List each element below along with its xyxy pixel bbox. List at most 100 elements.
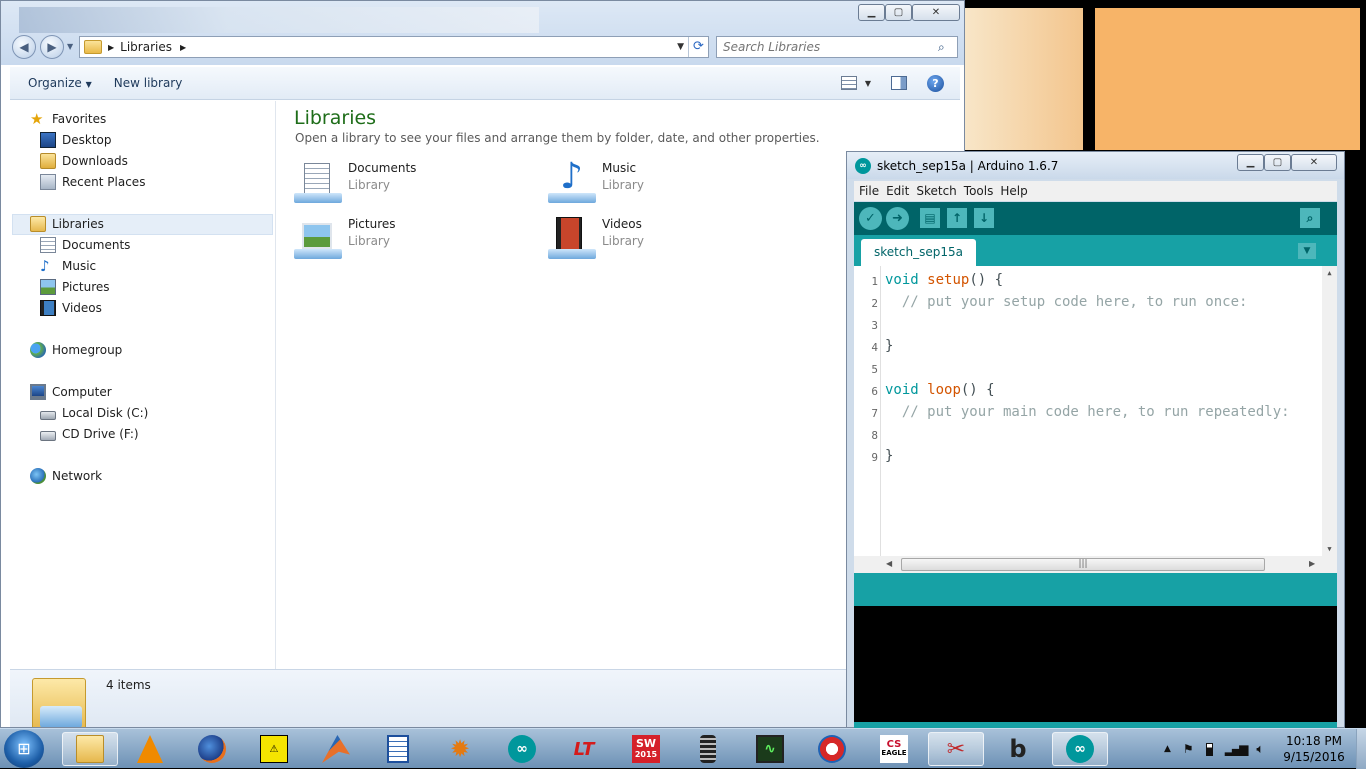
scroll-down-arrow-icon[interactable]: ▼ [1322,545,1337,553]
nav-recent-places[interactable]: Recent Places [40,172,145,192]
taskbar-hazard-app[interactable]: ⚠ [246,732,302,766]
scissors-icon: ✂ [946,736,966,762]
taskbar-b-app[interactable]: b [990,732,1046,766]
minimize-button[interactable]: ▁ [858,4,885,21]
nav-desktop[interactable]: Desktop [40,130,112,150]
address-bar[interactable]: ▶ Libraries ▶ ▼ ⟳ [79,36,709,58]
action-center-flag-icon[interactable]: ⚑ [1183,742,1194,756]
view-options-chevron-icon[interactable]: ▼ [865,79,871,88]
clock[interactable]: 10:18 PM 9/15/2016 [1278,733,1350,765]
library-documents[interactable]: Documents Library [294,161,416,207]
taskbar-snipping-tool[interactable]: ✂ [928,732,984,766]
search-icon[interactable]: ⌕ [938,40,945,55]
menu-tools[interactable]: Tools [964,184,994,198]
arduino-minimize-button[interactable]: ▁ [1237,154,1264,171]
volume-icon[interactable]: 🔈︎ [1256,742,1264,757]
scroll-up-arrow-icon[interactable]: ▲ [1322,269,1337,277]
taskbar-matlab[interactable] [308,732,364,766]
refresh-button[interactable]: ⟳ [688,37,708,57]
taskbar-eagle[interactable]: CS EAGLE [866,732,922,766]
menu-file[interactable]: File [859,184,879,198]
taskbar-writer[interactable] [370,732,426,766]
taskbar-solidworks[interactable]: SW 2015 [618,732,674,766]
libraries-icon [30,216,46,232]
hard-disk-icon [40,411,56,420]
background-thumbnail-strip [19,7,539,33]
verify-button[interactable]: ✓ [859,207,882,230]
nav-favorites[interactable]: ★ Favorites [30,109,106,129]
breadcrumb-chevron-icon[interactable]: ▶ [180,43,186,52]
search-input[interactable] [723,38,938,56]
taskbar-ltspice[interactable]: LT [556,732,612,766]
taskbar-arduino-active[interactable]: ∞ [1052,732,1108,766]
preview-pane-icon[interactable] [891,76,907,90]
breadcrumb-separator-icon: ▶ [108,42,115,52]
nav-music[interactable]: ♪ Music [40,256,96,276]
scroll-right-arrow-icon[interactable]: ▶ [1309,559,1315,568]
taskbar-vlc[interactable] [122,732,178,766]
library-pictures[interactable]: Pictures Library [294,217,396,263]
taskbar-burst-app[interactable]: ✹ [432,732,488,766]
tab-sketch-sep15a[interactable]: sketch_sep15a [861,239,976,266]
serial-monitor-button[interactable]: ⌕ [1300,208,1320,228]
library-name: Music [602,161,637,175]
open-sketch-button[interactable]: ↑ [947,208,967,228]
arduino-maximize-button[interactable]: ▢ [1264,154,1291,171]
comment-token: // put your setup code here, to run once… [901,294,1248,310]
tab-menu-button[interactable]: ▼ [1298,243,1316,259]
back-button[interactable]: ◀ [12,35,36,59]
arduino-close-button[interactable]: ✕ [1291,154,1337,171]
taskbar-firefox[interactable] [184,732,240,766]
coil-icon [700,735,716,763]
menu-edit[interactable]: Edit [886,184,909,198]
new-sketch-button[interactable]: ▤ [920,208,940,228]
horizontal-scroll-thumb[interactable]: ||| [901,558,1265,571]
nav-homegroup[interactable]: Homegroup [30,340,122,360]
change-view-icon[interactable] [840,76,857,90]
show-hidden-icons-icon[interactable]: ▲ [1164,744,1171,754]
library-name: Documents [348,161,417,175]
taskbar-coil-app[interactable] [680,732,736,766]
horizontal-scrollbar[interactable]: ◀ ||| ▶ [854,556,1337,573]
upload-button[interactable]: ➜ [886,207,909,230]
search-box[interactable]: ⌕ [716,36,958,58]
menu-help[interactable]: Help [1000,184,1027,198]
battery-icon[interactable] [1205,742,1213,756]
help-icon[interactable]: ? [927,74,944,92]
nav-downloads[interactable]: Downloads [40,151,128,171]
library-music[interactable]: ♪ Music Library [548,157,644,207]
close-button[interactable]: ✕ [912,4,960,21]
nav-documents[interactable]: Documents [40,235,130,255]
nav-pictures[interactable]: Pictures [40,277,110,297]
windows-logo-icon: ⊞ [17,739,31,758]
desktop-wallpaper-panel-2 [1095,8,1360,150]
taskbar-ccleaner[interactable] [804,732,860,766]
nav-network[interactable]: Network [30,466,102,486]
taskbar-explorer[interactable] [62,732,118,766]
forward-button[interactable]: ▶ [40,35,64,59]
code-editor[interactable]: 1 2 3 4 5 6 7 8 9 void setup() { // put … [854,266,1337,556]
maximize-button[interactable]: ▢ [885,4,912,21]
wifi-signal-icon[interactable]: ▂▄▆ [1225,742,1249,756]
address-dropdown-icon[interactable]: ▼ [677,42,684,52]
nav-videos[interactable]: Videos [40,298,102,318]
scroll-left-arrow-icon[interactable]: ◀ [886,559,892,568]
nav-cd-drive[interactable]: CD Drive (F:) [40,424,139,444]
taskbar-oscilloscope[interactable]: ∿ [742,732,798,766]
nav-libraries[interactable]: Libraries [30,214,104,234]
vertical-scrollbar[interactable]: ▲ ▼ [1322,266,1337,556]
taskbar-arduino[interactable]: ∞ [494,732,550,766]
save-sketch-button[interactable]: ↓ [974,208,994,228]
menu-sketch[interactable]: Sketch [916,184,956,198]
show-desktop-button[interactable] [1356,729,1366,769]
organize-button[interactable]: Organize ▼ [28,76,92,90]
output-console[interactable] [854,606,1337,722]
recent-pages-dropdown[interactable]: ▼ [67,42,73,51]
comment-token: // put your main code here, to run repea… [901,404,1290,420]
library-videos[interactable]: Videos Library [548,217,644,263]
nav-local-disk[interactable]: Local Disk (C:) [40,403,148,423]
start-button[interactable]: ⊞ [4,730,44,768]
nav-computer[interactable]: Computer [30,382,112,402]
breadcrumb-libraries[interactable]: Libraries [120,40,172,54]
new-library-button[interactable]: New library [114,76,183,90]
